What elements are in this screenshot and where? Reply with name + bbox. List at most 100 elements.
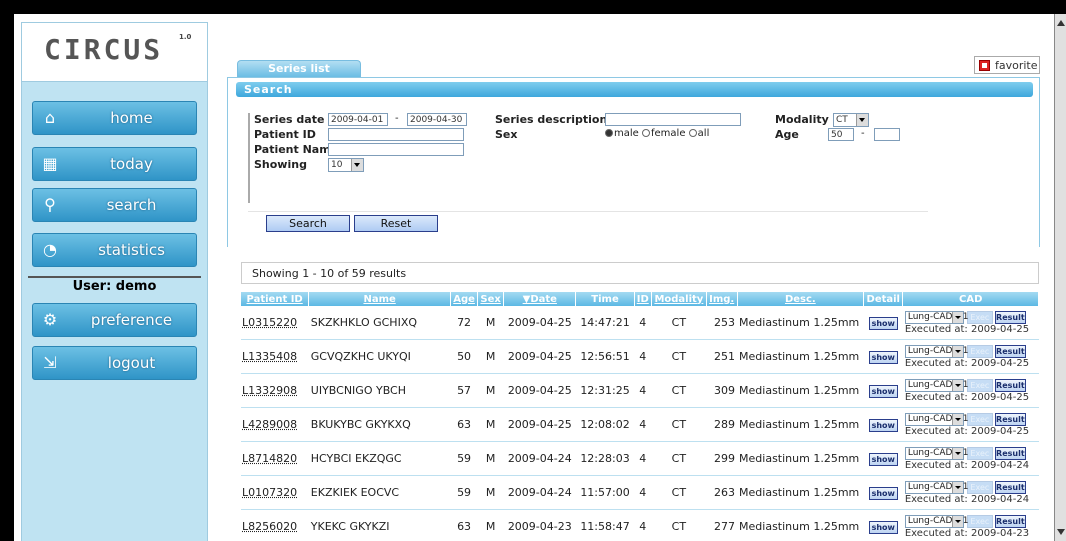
img-count-cell: 299 (706, 441, 738, 476)
cad-cell: Lung-CAD v.1 Exec Result Executed at: 2009-… (902, 339, 1039, 374)
time-cell: 11:58:47 (575, 509, 635, 541)
desc-cell: Mediastinum 1.25mm (737, 339, 864, 374)
cad-result-button[interactable]: Result (994, 514, 1026, 528)
showing-select[interactable]: 10 (328, 158, 364, 172)
cad-exec-button[interactable]: Exec (966, 378, 993, 392)
nav-search-button[interactable]: ⚲ search (32, 188, 197, 222)
sex-label: Sex (495, 128, 518, 141)
cad-select[interactable]: Lung-CAD v.1 (904, 378, 969, 392)
chevron-down-icon (951, 447, 963, 459)
show-detail-button[interactable]: show (868, 350, 898, 364)
favorite-button[interactable]: favorite (974, 56, 1040, 74)
col-patient-id[interactable]: Patient ID (241, 292, 310, 306)
sex-cell: M (477, 373, 504, 408)
cad-exec-button[interactable]: Exec (966, 480, 993, 494)
cad-result-button[interactable]: Result (994, 344, 1026, 358)
cad-select[interactable]: Lung-CAD v.1 (904, 446, 969, 460)
patient-id-link[interactable]: L0315220 (241, 306, 309, 340)
patient-id-link[interactable]: L1335408 (241, 339, 309, 374)
patient-id-input[interactable] (328, 128, 464, 141)
patient-name-cell: EKZKIEK EOCVC (308, 475, 451, 510)
age-cell: 63 (450, 407, 478, 442)
col-date[interactable]: ▼Date (503, 292, 577, 306)
nav-statistics-button[interactable]: ◔ statistics (32, 233, 197, 267)
col-cad: CAD (902, 292, 1039, 306)
cad-exec-button[interactable]: Exec (966, 446, 993, 460)
page-scrollbar[interactable] (1054, 14, 1066, 541)
nav-home-button[interactable]: ⌂ home (32, 101, 197, 135)
time-cell: 12:28:03 (575, 441, 635, 476)
modality-select[interactable]: CT (833, 113, 869, 127)
cad-result-button[interactable]: Result (994, 480, 1026, 494)
sex-cell: M (477, 407, 504, 442)
series-table-body: L0315220 SKZKHKLO GCHIXQ 72 M 2009-04-25 14:4… (241, 306, 1039, 541)
cad-exec-button[interactable]: Exec (966, 310, 993, 324)
sex-female-radio[interactable] (642, 129, 650, 137)
cad-result-button[interactable]: Result (994, 378, 1026, 392)
show-detail-button[interactable]: show (868, 384, 898, 398)
search-button[interactable]: Search (266, 215, 350, 232)
cad-select[interactable]: Lung-CAD v.1 (904, 480, 969, 494)
detail-cell: show (863, 475, 903, 510)
patient-name-cell: GCVQZKHC UKYQI (308, 339, 451, 374)
browser-frame: CIRCUS 1.0 ⌂ home ▦ today ⚲ search ◔ sta… (14, 14, 1054, 541)
cad-exec-button[interactable]: Exec (966, 412, 993, 426)
app-logo: CIRCUS (44, 33, 164, 66)
cad-result-button[interactable]: Result (994, 446, 1026, 460)
age-cell: 63 (450, 509, 478, 541)
series-description-input[interactable] (605, 113, 741, 126)
patient-id-link[interactable]: L0107320 (241, 475, 309, 510)
chevron-down-icon (951, 379, 963, 391)
reset-button[interactable]: Reset (354, 215, 438, 232)
col-id[interactable]: ID (634, 292, 652, 306)
col-sex[interactable]: Sex (477, 292, 505, 306)
col-time: Time (575, 292, 635, 306)
col-desc[interactable]: Desc. (737, 292, 865, 306)
logo-area: CIRCUS 1.0 (22, 23, 207, 82)
show-detail-button[interactable]: show (868, 452, 898, 466)
cad-result-button[interactable]: Result (994, 412, 1026, 426)
show-detail-button[interactable]: show (868, 520, 898, 534)
table-row: L1335408 GCVQZKHC UKYQI 50 M 2009-04-25 12:56… (241, 339, 1039, 374)
cad-result-button[interactable]: Result (994, 310, 1026, 324)
series-date-to-input[interactable]: 2009-04-30 (407, 113, 467, 126)
nav-today-button[interactable]: ▦ today (32, 147, 197, 181)
col-name[interactable]: Name (308, 292, 451, 306)
patient-name-input[interactable] (328, 143, 464, 156)
chevron-down-icon (951, 481, 963, 493)
patient-id-link[interactable]: L4289008 (241, 407, 309, 442)
date-cell: 2009-04-25 (503, 373, 576, 408)
cad-select[interactable]: Lung-CAD v.1 (904, 514, 969, 528)
scroll-down-arrow-icon[interactable] (1057, 529, 1065, 535)
patient-id-link[interactable]: L8256020 (241, 509, 309, 541)
img-count-cell: 263 (706, 475, 738, 510)
desc-cell: Mediastinum 1.25mm (737, 373, 864, 408)
desc-cell: Mediastinum 1.25mm (737, 441, 864, 476)
series-date-from-input[interactable]: 2009-04-01 (328, 113, 388, 126)
show-detail-button[interactable]: show (868, 418, 898, 432)
cad-select[interactable]: Lung-CAD v.1 (904, 412, 969, 426)
cad-exec-button[interactable]: Exec (966, 514, 993, 528)
col-modality[interactable]: Modality (651, 292, 707, 306)
cad-select[interactable]: Lung-CAD v.1 (904, 310, 969, 324)
age-to-input[interactable] (874, 128, 900, 141)
cad-cell: Lung-CAD v.1 Exec Result Executed at: 2009-… (902, 306, 1039, 340)
cad-cell: Lung-CAD v.1 Exec Result Executed at: 2009-… (902, 441, 1039, 476)
sex-male-radio[interactable] (605, 129, 613, 137)
time-cell: 12:31:25 (575, 373, 635, 408)
show-detail-button[interactable]: show (868, 316, 898, 330)
nav-preference-button[interactable]: ⚙ preference (32, 303, 197, 337)
cad-exec-button[interactable]: Exec (966, 344, 993, 358)
show-detail-button[interactable]: show (868, 486, 898, 500)
sex-all-radio[interactable] (688, 129, 697, 137)
age-from-input[interactable]: 50 (828, 128, 854, 141)
tab-series-list[interactable]: Series list (237, 60, 361, 77)
scroll-up-arrow-icon[interactable] (1057, 20, 1065, 26)
patient-id-link[interactable]: L8714820 (241, 441, 309, 476)
desc-cell: Mediastinum 1.25mm (737, 509, 864, 541)
cad-select[interactable]: Lung-CAD v.1 (904, 344, 969, 358)
col-img[interactable]: Img. (706, 292, 738, 306)
patient-id-link[interactable]: L1332908 (241, 373, 309, 408)
nav-logout-button[interactable]: ⇲ logout (32, 346, 197, 380)
col-age[interactable]: Age (450, 292, 479, 306)
